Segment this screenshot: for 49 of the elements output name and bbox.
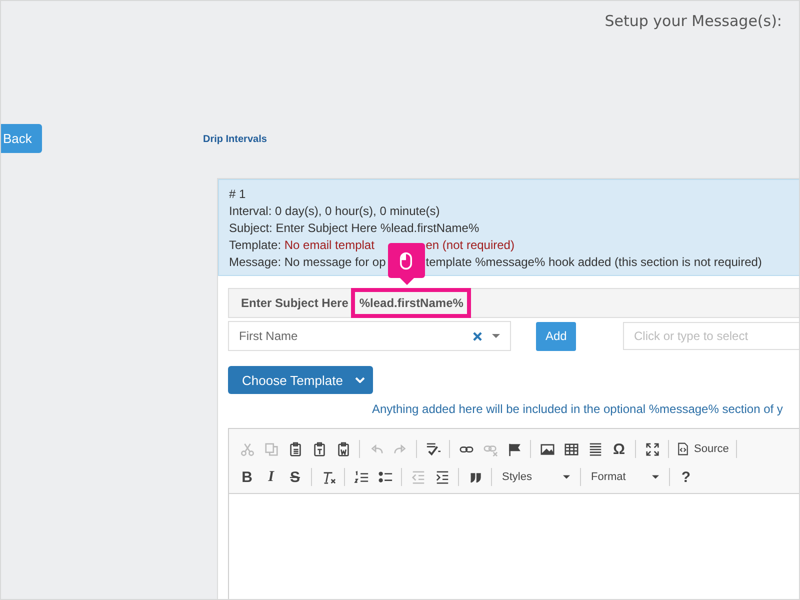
scissors-icon — [240, 442, 254, 456]
choose-template-button[interactable]: Choose Template — [228, 366, 373, 394]
spellcheck-icon — [426, 442, 440, 456]
outdent-icon — [410, 470, 426, 484]
caret-icon — [563, 475, 570, 479]
summary-template-label: Template: — [229, 238, 282, 252]
redo-icon — [392, 442, 408, 456]
italic-button[interactable]: I — [259, 465, 283, 489]
section-label: Drip Intervals — [203, 134, 267, 145]
hint-text: Anything added here will be included in the optional %message% section of y — [372, 402, 784, 416]
subject-text: Enter Subject Here — [241, 296, 348, 310]
bulleted-list-icon — [378, 470, 392, 484]
clear-icon[interactable] — [473, 332, 482, 340]
source-button[interactable]: Source — [673, 437, 732, 461]
flag-icon — [506, 442, 522, 456]
summary-number: # 1 — [229, 186, 247, 203]
caret-icon — [652, 475, 659, 479]
paste-word-icon — [336, 442, 350, 456]
summary-template-value: en (not required) — [426, 237, 516, 254]
page-title: Setup your Message(s): — [604, 12, 782, 32]
summary-message: template %message% hook added (this section is not required) — [426, 254, 763, 271]
undo-icon — [368, 442, 384, 456]
styles-dropdown[interactable]: Styles — [496, 465, 576, 489]
summary-message: Message: No message for op — [229, 254, 386, 271]
summary-template-value: No email templat — [284, 238, 374, 252]
caret-icon — [492, 334, 500, 338]
format-dropdown[interactable]: Format — [585, 465, 665, 489]
paste-icon — [288, 442, 302, 456]
numbered-list-icon — [354, 470, 368, 484]
subject-field[interactable]: Enter Subject Here %lead.firstName% — [228, 288, 799, 318]
summary-subject: Subject: Enter Subject Here %lead.firstName% — [229, 220, 480, 237]
mouse-icon — [400, 252, 412, 270]
merge-field-select[interactable]: First Name — [228, 321, 512, 351]
summary-interval: Interval: 0 day(s), 0 hour(s), 0 minute(s) — [229, 203, 441, 220]
bold-button[interactable]: B — [235, 465, 259, 489]
tag-input-field[interactable]: Click or type to select — [623, 322, 799, 350]
indent-icon — [434, 470, 450, 484]
strikethrough-button[interactable]: S — [283, 465, 307, 489]
maximize-icon — [644, 442, 660, 456]
copy-icon — [264, 442, 278, 456]
horizontal-rule-icon — [588, 442, 602, 456]
table-icon — [564, 442, 578, 456]
source-code-icon — [676, 442, 690, 456]
special-character-button[interactable]: Ω — [607, 437, 631, 461]
help-button[interactable]: ? — [674, 465, 698, 489]
image-icon — [540, 442, 554, 456]
highlighted-merge-tag: %lead.firstName% — [351, 288, 472, 318]
chevron-down-icon — [354, 377, 365, 383]
paste-text-icon — [312, 442, 326, 456]
